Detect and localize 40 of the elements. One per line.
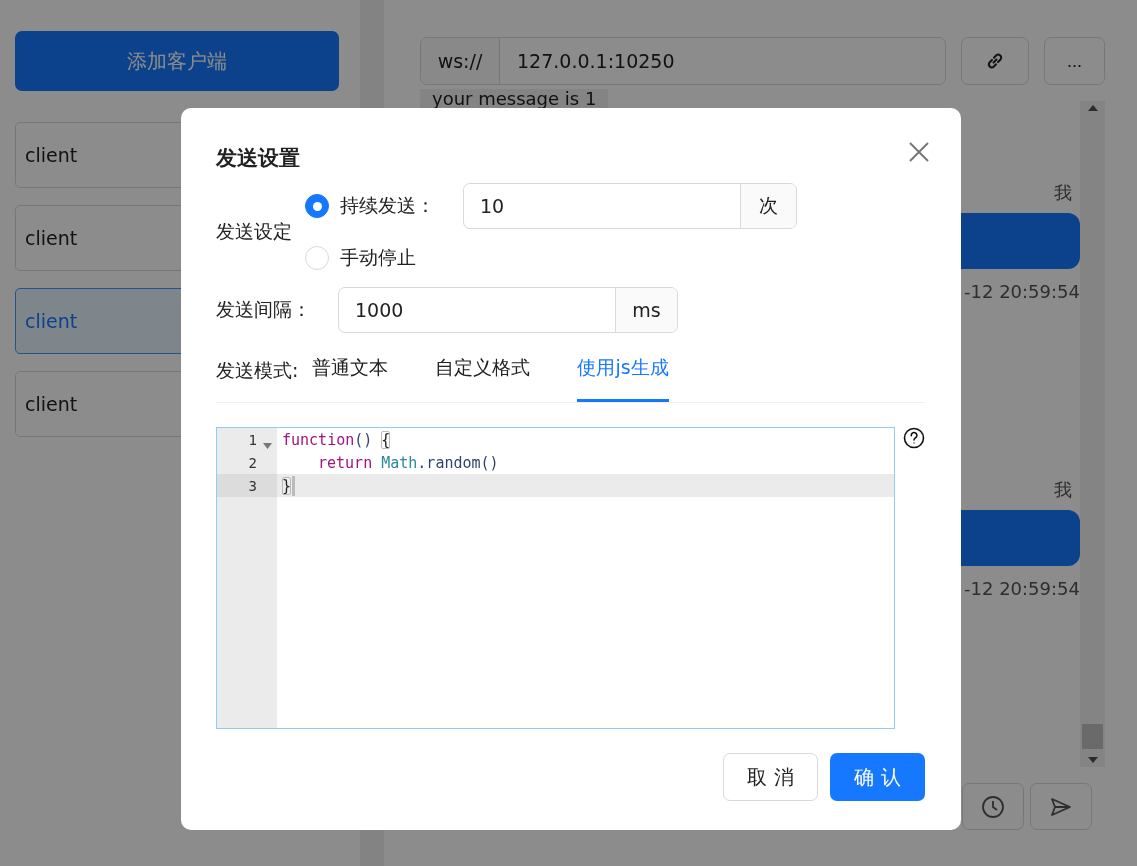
unit-label: 次 [740,184,796,228]
close-button[interactable] [908,141,930,163]
radio-button[interactable] [305,194,329,218]
fold-caret-icon[interactable] [263,443,272,449]
more-button[interactable]: ... [1044,37,1105,85]
schedule-button[interactable] [962,783,1024,830]
scrollbar-thumb[interactable] [1082,724,1103,749]
field-value: 1000 [354,298,405,323]
address-field[interactable]: ws:// 127.0.0.1:10250 [420,37,946,85]
cancel-button[interactable]: 取 消 [723,753,818,801]
option-label: 手动停止 [340,245,416,270]
message-text: your message is 1 [420,89,609,109]
mode-tab[interactable]: 使用js生成 [577,347,669,402]
message-time: -12 20:59:54 [964,281,1080,302]
scrollbar[interactable] [1080,101,1105,767]
field-label: 发送间隔： [216,297,311,322]
field-label: 发送设定 [216,219,292,244]
add-client-button[interactable]: 添加客户端 [15,31,339,91]
link-icon [985,51,1005,71]
field-value: 10 [479,194,506,219]
code-line: return Math.random() [317,452,500,474]
link-button[interactable] [961,37,1029,85]
line-number: 3 [217,474,277,497]
close-icon [908,141,930,163]
option-label: 持续发送： [340,193,435,218]
address-value: 127.0.0.1:10250 [516,49,675,74]
confirm-button[interactable]: 确 认 [830,753,925,801]
line-number: 2 [247,453,258,473]
sender-name: 我 [1054,181,1072,205]
unit-label: ms [615,288,677,332]
code-editor[interactable]: 1 2 3 function() { return Math.random() } [216,427,895,729]
dialog-title: 发送设置 [216,145,300,172]
help-icon[interactable] [903,427,925,449]
message-time: -12 20:59:54 [964,578,1080,599]
sender-name: 我 [1054,478,1072,502]
send-button[interactable] [1030,783,1092,830]
interval-field[interactable]: 1000 ms [338,287,678,333]
count-field[interactable]: 10 次 [463,183,797,229]
mode-tab[interactable]: 自定义格式 [435,347,531,402]
clock-icon [981,794,1005,819]
